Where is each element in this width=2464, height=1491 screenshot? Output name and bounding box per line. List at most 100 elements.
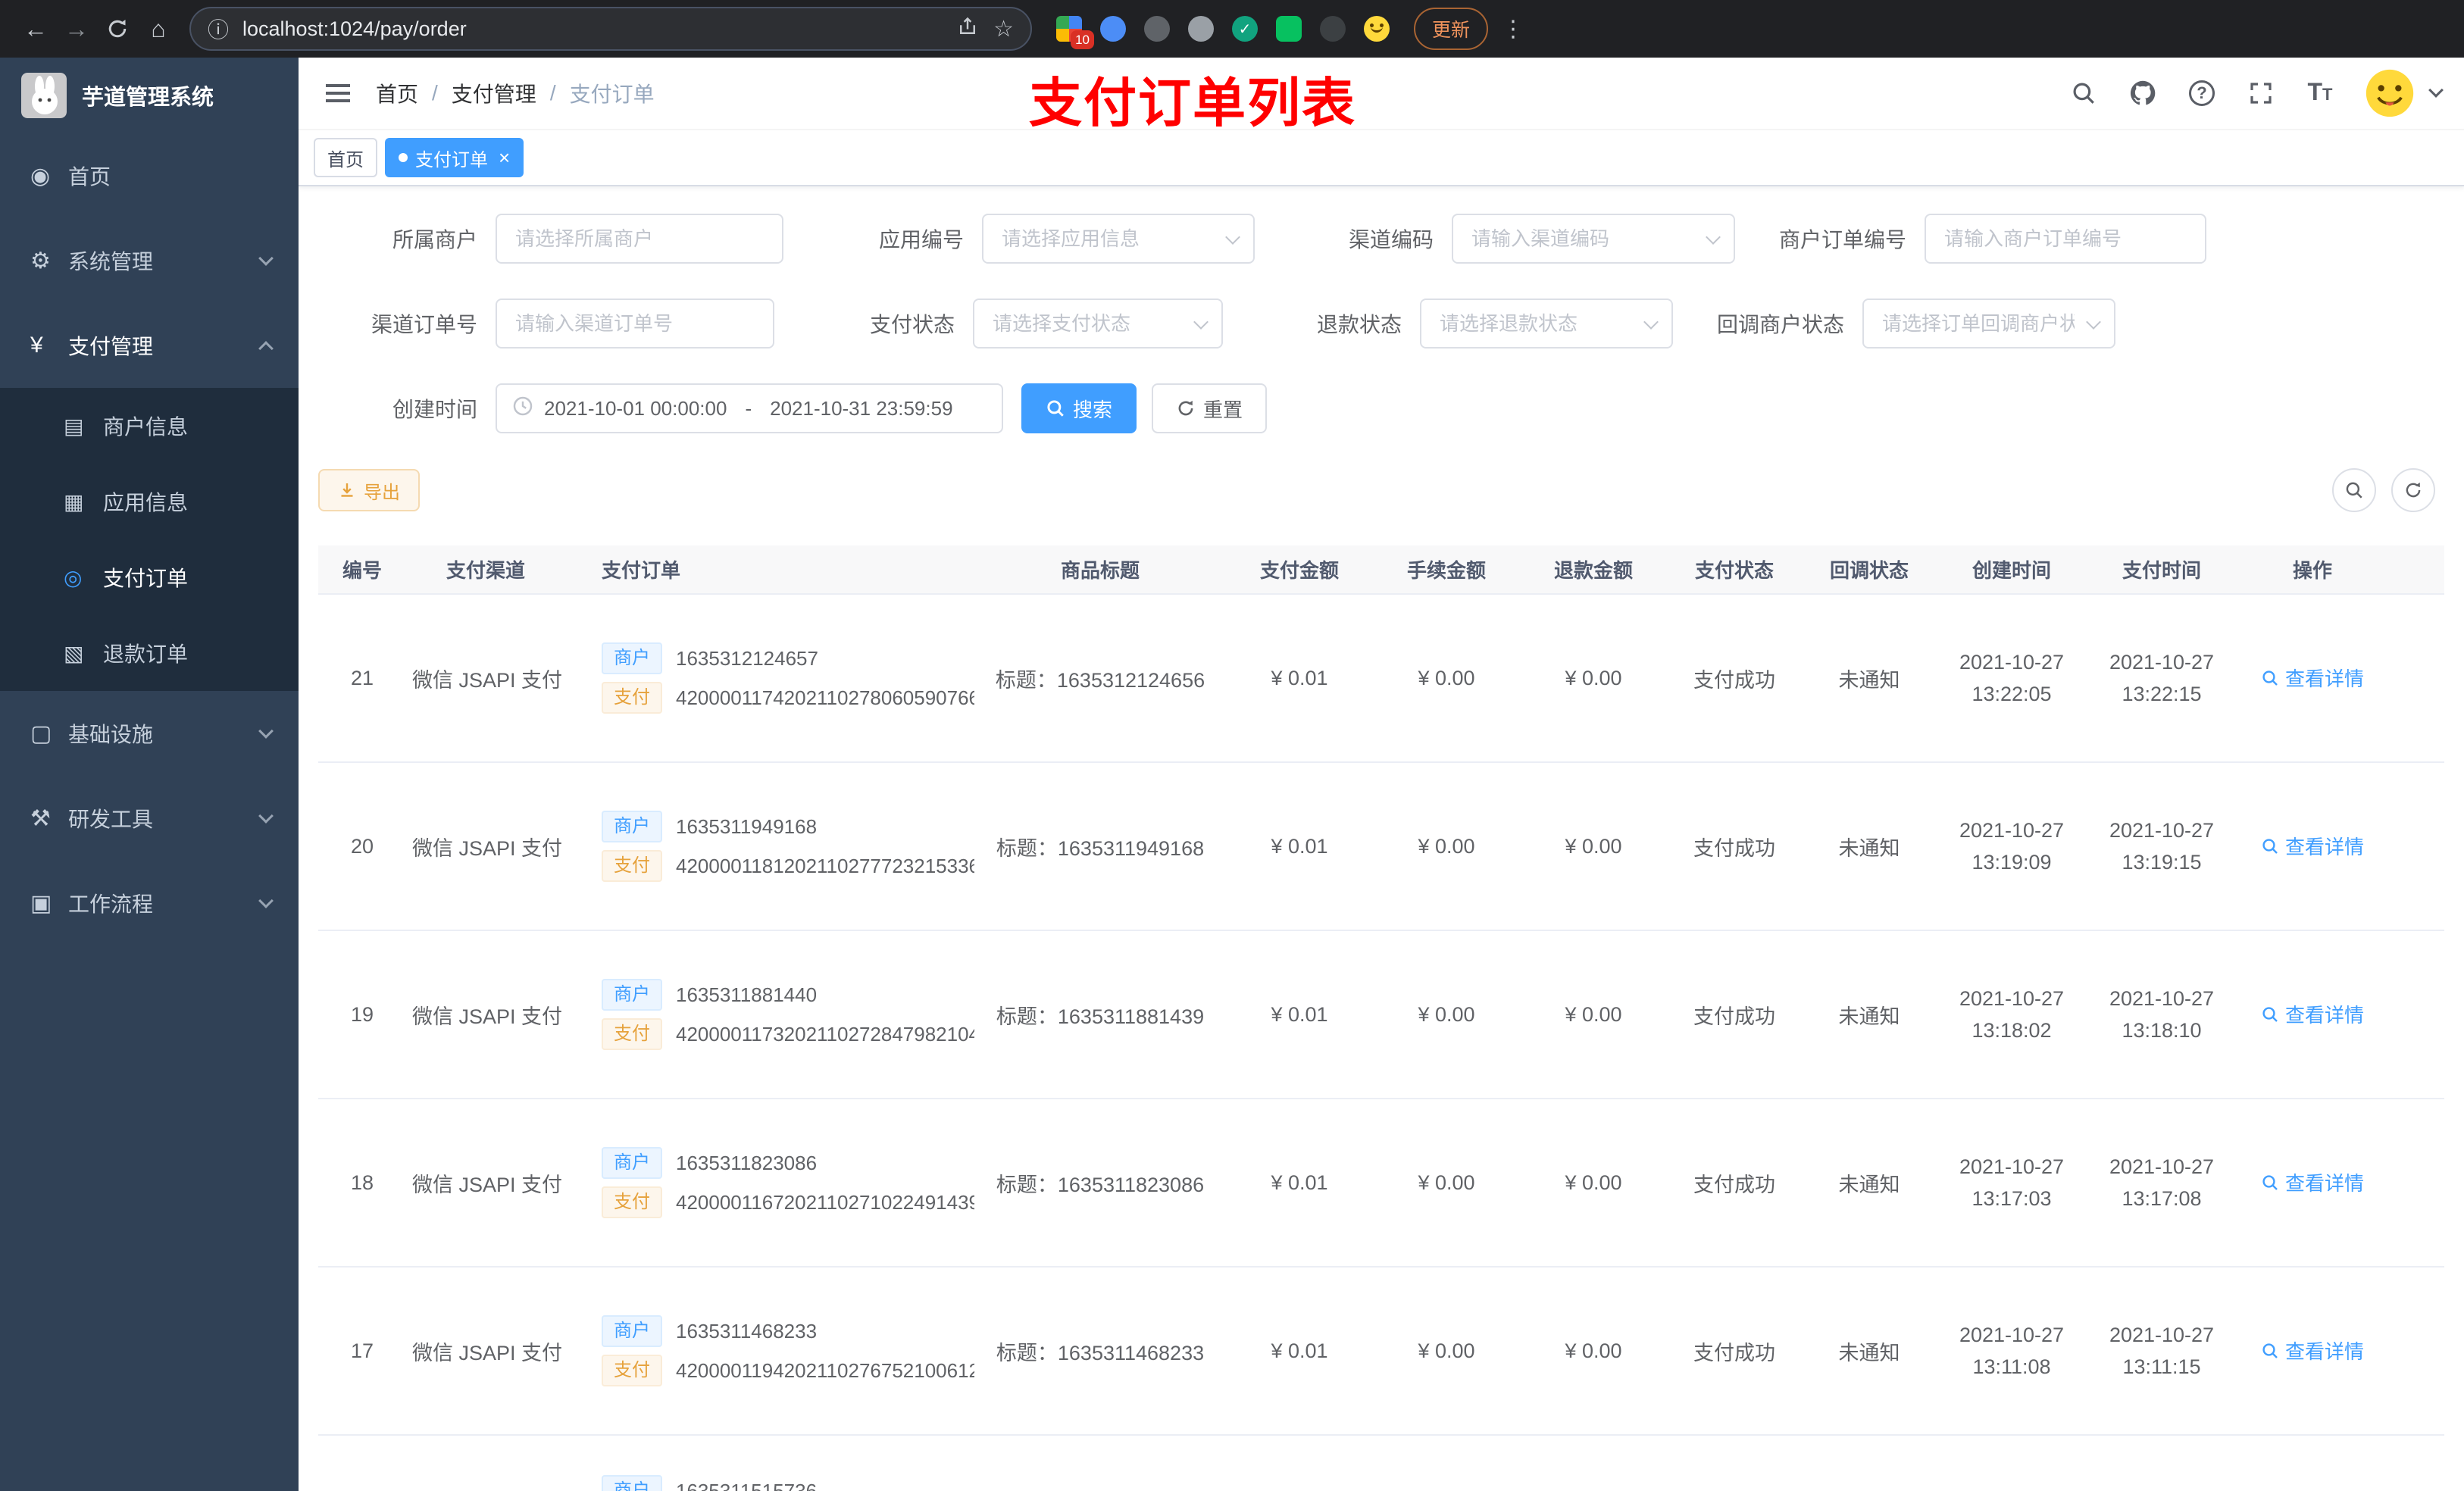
merchant-order-no: 1635311468233 [676, 1319, 818, 1343]
export-button[interactable]: 导出 [318, 469, 420, 511]
merchant-order-no-input[interactable] [1925, 214, 2206, 264]
merchant-order-no: 1635311949168 [676, 814, 818, 838]
extension-check-icon[interactable]: ✓ [1232, 16, 1258, 42]
pay-time: 13:19:15 [2122, 851, 2202, 874]
pay-status-select[interactable] [973, 299, 1223, 349]
breadcrumb-home[interactable]: 首页 [376, 78, 418, 108]
view-detail-link[interactable]: 查看详情 [2261, 1336, 2364, 1364]
order-id: 21 [350, 666, 374, 689]
notify-status: 未通知 [1838, 1341, 1900, 1364]
search-icon[interactable] [2068, 78, 2099, 108]
browser-home-icon[interactable]: ⌂ [138, 8, 179, 49]
order-row: 20 微信 JSAPI 支付 商户 1635311949168 支付 4200001… [318, 762, 2444, 931]
date-start-value: 2021-10-01 00:00:00 [544, 396, 727, 420]
sidebar-item-label: 支付订单 [103, 567, 189, 590]
sidebar-item-dev-tools[interactable]: ⚒ 研发工具 [0, 776, 299, 861]
github-icon[interactable] [2128, 78, 2158, 108]
gear-icon: ⚙ [30, 248, 51, 274]
extension-icon[interactable] [1100, 16, 1126, 42]
app-no-select[interactable] [982, 214, 1255, 264]
extension-icon[interactable]: 10 [1056, 16, 1094, 49]
browser-reload-icon[interactable] [97, 8, 138, 49]
help-icon[interactable]: ? [2187, 78, 2217, 108]
notify-status: 未通知 [1838, 836, 1900, 860]
logo-avatar [21, 73, 67, 118]
sidebar-toggle-icon[interactable] [321, 77, 355, 110]
sidebar-item-merchant-info[interactable]: ▤ 商户信息 [0, 388, 299, 464]
channel-order-no-input[interactable] [496, 299, 774, 349]
workflow-icon: ▣ [30, 890, 52, 916]
fullscreen-icon[interactable] [2246, 78, 2276, 108]
sidebar-item-workflow[interactable]: ▣ 工作流程 [0, 861, 299, 946]
extension-icon[interactable] [1144, 16, 1170, 42]
filter-row: 渠道订单号 支付状态 退款状态 回调商户状态 [318, 299, 2444, 349]
tab-pay-order[interactable]: 支付订单 × [385, 138, 524, 177]
sidebar: 芋道管理系统 ◉ 首页 ⚙ 系统管理 ¥ 支付管理 ▤ 商户信息 ▦ 应用信息 … [0, 58, 299, 1491]
merchant-tag: 商户 [602, 1147, 662, 1179]
toggle-search-button[interactable] [2332, 468, 2376, 512]
browser-profile-avatar[interactable] [1364, 16, 1390, 42]
font-size-icon[interactable]: TT [2305, 78, 2335, 108]
pay-date: 2021-10-27 [2109, 651, 2215, 674]
col-header-pay-time: 支付时间 [2087, 545, 2237, 595]
site-info-icon[interactable]: ⓘ [208, 14, 229, 44]
callback-status-select[interactable] [1862, 299, 2115, 349]
pay-status-label: 支付状态 [869, 313, 955, 336]
url-bar[interactable]: ⓘ localhost:1024/pay/order ☆ [189, 7, 1032, 51]
view-detail-link[interactable]: 查看详情 [2261, 664, 2364, 692]
order-id: 20 [350, 834, 374, 858]
view-detail-link[interactable]: 查看详情 [2261, 1168, 2364, 1196]
reset-button[interactable]: 重置 [1152, 383, 1268, 433]
breadcrumb-payment[interactable]: 支付管理 [452, 78, 536, 108]
pay-status: 支付成功 [1693, 1341, 1775, 1364]
browser-back-icon[interactable]: ← [15, 8, 56, 49]
pay-time: 13:17:08 [2122, 1187, 2202, 1210]
table-header-row: 编号 支付渠道 支付订单 商品标题 支付金额 手续金额 退款金额 支付状态 回调… [318, 545, 2444, 595]
sidebar-item-payment[interactable]: ¥ 支付管理 [0, 303, 299, 388]
extension-pin-icon[interactable] [1320, 16, 1346, 42]
chevron-down-icon [258, 251, 274, 266]
bookmark-star-icon[interactable]: ☆ [993, 16, 1014, 42]
owner-input[interactable] [496, 214, 783, 264]
notify-status: 未通知 [1838, 1173, 1900, 1196]
sidebar-item-system[interactable]: ⚙ 系统管理 [0, 218, 299, 303]
app-title: 芋道管理系统 [82, 86, 214, 110]
tab-home[interactable]: 首页 [314, 138, 377, 177]
product-title: 标题：1635311468233 [996, 1341, 1205, 1364]
date-range-picker[interactable]: 2021-10-01 00:00:00 - 2021-10-31 23:59:5… [496, 383, 1003, 433]
sidebar-item-app-info[interactable]: ▦ 应用信息 [0, 464, 299, 539]
view-detail-link[interactable]: 查看详情 [2261, 1000, 2364, 1028]
refund-status-select[interactable] [1420, 299, 1673, 349]
monitor-icon: ▢ [30, 720, 52, 746]
refresh-button[interactable] [2391, 468, 2435, 512]
view-detail-link[interactable]: 查看详情 [2261, 832, 2364, 860]
refund-amount: ¥ 0.00 [1565, 1339, 1622, 1362]
tab-close-icon[interactable]: × [499, 148, 510, 167]
create-time: 13:17:03 [1972, 1187, 2052, 1210]
sidebar-item-home[interactable]: ◉ 首页 [0, 133, 299, 218]
browser-menu-icon[interactable]: ⋮ [1502, 16, 1524, 42]
sidebar-item-refund-order[interactable]: ▧ 退款订单 [0, 615, 299, 691]
user-avatar[interactable] [2364, 67, 2416, 119]
extension-chat-icon[interactable] [1276, 16, 1302, 42]
col-header-create-time: 创建时间 [1937, 545, 2087, 595]
extension-icon[interactable] [1188, 16, 1214, 42]
sidebar-item-infrastructure[interactable]: ▢ 基础设施 [0, 691, 299, 776]
logo[interactable]: 芋道管理系统 [0, 58, 299, 133]
search-button[interactable]: 搜索 [1021, 383, 1137, 433]
sidebar-item-label: 支付管理 [68, 335, 154, 358]
user-menu-caret-icon[interactable] [2428, 83, 2444, 98]
col-header-title: 商品标题 [974, 545, 1226, 595]
channel-code-select[interactable] [1452, 214, 1735, 264]
pay-status: 支付成功 [1693, 836, 1775, 860]
sidebar-item-pay-order[interactable]: ◎ 支付订单 [0, 539, 299, 615]
create-time: 13:22:05 [1972, 683, 2052, 705]
browser-update-button[interactable]: 更新 [1414, 8, 1489, 50]
refund-amount: ¥ 0.00 [1565, 666, 1622, 689]
pay-channel: 微信 JSAPI 支付 [412, 668, 563, 692]
share-icon[interactable] [957, 15, 978, 43]
browser-forward-icon[interactable]: → [56, 8, 97, 49]
channel-order-no: 4200001167202110271022491439 [676, 1190, 974, 1214]
payment-submenu: ▤ 商户信息 ▦ 应用信息 ◎ 支付订单 ▧ 退款订单 [0, 388, 299, 691]
callback-status-label: 回调商户状态 [1716, 313, 1844, 336]
